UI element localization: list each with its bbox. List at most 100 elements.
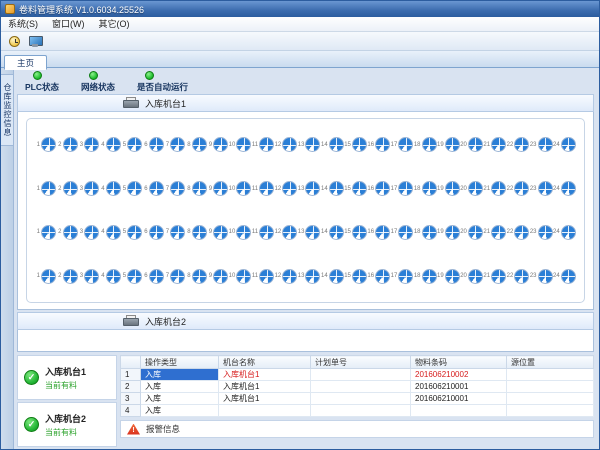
reel-gauge-icon [127, 269, 142, 284]
reel-slot: 13 [298, 181, 321, 196]
source-location-cell [507, 393, 594, 405]
status-dot-icon [89, 71, 98, 80]
reel-slot-number: 1 [35, 273, 40, 279]
reel-gauge-icon [538, 269, 553, 284]
reel-slot-number: 23 [530, 273, 537, 279]
reel-slot-number: 15 [344, 142, 351, 148]
bottom-section: ✓入库机台1当前有料✓入库机台2当前有料 操作类型机台名称计划单号物料条码源位置… [17, 355, 594, 447]
reel-gauge-icon [41, 225, 56, 240]
menu-item[interactable]: 系统(S) [1, 17, 45, 32]
reel-slot: 2 [57, 269, 78, 284]
reel-row: 123456789101112131415161718192021222324 [35, 137, 576, 152]
table-row[interactable]: 1入库入库机台1201606210002 [121, 369, 594, 381]
reel-slot-number: 4 [100, 186, 105, 192]
reel-slot: 16 [367, 269, 390, 284]
reel-gauge-icon [561, 225, 576, 240]
reel-slot-number: 15 [344, 273, 351, 279]
reel-slot-number: 16 [367, 186, 374, 192]
reel-slot: 18 [414, 269, 437, 284]
main-content: PLC状态网络状态是否自动运行 入库机台1 123456789101112131… [14, 68, 599, 450]
reel-slot-number: 12 [275, 229, 282, 235]
reel-gauge-icon [514, 225, 529, 240]
reel-slot-number: 6 [143, 142, 148, 148]
printer-icon[interactable] [123, 315, 137, 327]
reel-slot-number: 17 [391, 229, 398, 235]
reel-slot: 13 [298, 269, 321, 284]
reel-slot-number: 4 [100, 273, 105, 279]
reel-slot: 16 [367, 137, 390, 152]
reel-slot-number: 7 [164, 273, 169, 279]
tab-strip: 主页 [1, 51, 599, 68]
machine2-header: 入库机台2 [17, 312, 594, 330]
column-header[interactable]: 机台名称 [219, 356, 311, 369]
column-header[interactable]: 源位置 [507, 356, 594, 369]
column-header[interactable]: 计划单号 [311, 356, 411, 369]
menu-item[interactable]: 窗口(W) [45, 17, 92, 32]
machine1-header: 入库机台1 [17, 94, 594, 112]
clock-icon [9, 36, 20, 47]
reel-slot-number: 24 [553, 229, 560, 235]
reel-gauge-icon [514, 269, 529, 284]
reel-gauge-icon [170, 181, 185, 196]
menu-item[interactable]: 其它(O) [92, 17, 137, 32]
app-window: 卷料管理系统 V1.0.6034.25526 系统(S)窗口(W)其它(O) 主… [0, 0, 600, 450]
reel-gauge-icon [63, 269, 78, 284]
reel-slot-number: 21 [483, 142, 490, 148]
row-number-cell: 3 [121, 393, 141, 405]
reel-gauge-icon [329, 269, 344, 284]
reel-slot-number: 9 [207, 273, 212, 279]
reel-slot-number: 7 [164, 229, 169, 235]
reel-slot-number: 11 [252, 273, 258, 279]
reel-gauge-icon [84, 137, 99, 152]
table-header-row: 操作类型机台名称计划单号物料条码源位置 [121, 356, 594, 369]
reel-slot: 19 [437, 269, 460, 284]
reel-slot: 3 [78, 269, 99, 284]
table-row[interactable]: 2入库入库机台1201606210001 [121, 381, 594, 393]
reel-gauge-icon [63, 225, 78, 240]
status-indicator-row: PLC状态网络状态是否自动运行 [17, 70, 594, 94]
reel-gauge-icon [282, 225, 297, 240]
reel-gauge-icon [352, 225, 367, 240]
barcode-cell [411, 405, 507, 417]
column-header[interactable]: 操作类型 [141, 356, 219, 369]
reel-slot: 20 [460, 269, 483, 284]
reel-gauge-icon [259, 225, 274, 240]
sidebar-tab-monitor[interactable]: 仓库监控信息 [1, 74, 14, 146]
card-text: 入库机台2当前有料 [45, 412, 86, 438]
reel-slot: 4 [100, 269, 121, 284]
reel-gauge-icon [375, 269, 390, 284]
machine2-group: 入库机台2 [17, 312, 594, 352]
table-row[interactable]: 4入库 [121, 405, 594, 417]
clock-toolbar-button[interactable] [6, 34, 22, 49]
tab-home[interactable]: 主页 [4, 55, 47, 70]
reel-gauge-icon [352, 181, 367, 196]
reel-row: 123456789101112131415161718192021222324 [35, 269, 576, 284]
reel-slot: 20 [460, 137, 483, 152]
reel-slot-number: 23 [530, 186, 537, 192]
reel-gauge-icon [329, 225, 344, 240]
machine1-group: 入库机台1 1234567891011121314151617181920212… [17, 94, 594, 310]
reel-slot: 21 [483, 225, 506, 240]
title-bar[interactable]: 卷料管理系统 V1.0.6034.25526 [1, 1, 599, 17]
reel-gauge-icon [192, 181, 207, 196]
reel-slot: 11 [252, 269, 274, 284]
reel-slot-number: 20 [460, 186, 467, 192]
reel-slot-number: 18 [414, 186, 421, 192]
reel-gauge-icon [282, 181, 297, 196]
reel-gauge-icon [352, 269, 367, 284]
reel-slot-number: 7 [164, 186, 169, 192]
column-header[interactable]: 物料条码 [411, 356, 507, 369]
reel-slot: 21 [483, 181, 506, 196]
table-row[interactable]: 3入库入库机台1201606210001 [121, 393, 594, 405]
reel-slot: 24 [553, 181, 576, 196]
reel-slot: 4 [100, 225, 121, 240]
reel-slot-number: 18 [414, 229, 421, 235]
reel-slot: 17 [391, 225, 414, 240]
machine-name: 入库机台2 [45, 412, 86, 425]
reel-gauge-icon [170, 225, 185, 240]
reel-slot-number: 12 [275, 273, 282, 279]
printer-icon[interactable] [123, 97, 137, 109]
monitor-toolbar-button[interactable] [27, 34, 43, 49]
reel-gauge-icon [491, 269, 506, 284]
reel-slot: 7 [164, 181, 185, 196]
